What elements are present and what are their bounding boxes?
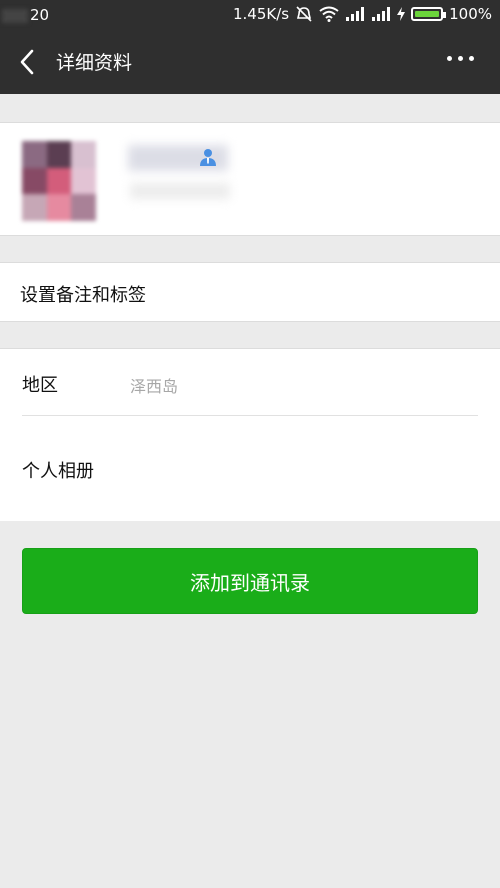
region-value: 泽西岛 (130, 377, 179, 396)
status-icons: 1.45K/s 100% (233, 5, 492, 23)
signal-icon (346, 7, 365, 21)
region-label: 地区 (22, 375, 58, 396)
divider (22, 415, 478, 416)
time-text: 20 (30, 6, 50, 24)
info-card: 地区 泽西岛 个人相册 (0, 348, 500, 521)
profile-card[interactable] (0, 122, 500, 236)
wifi-icon (319, 6, 339, 22)
add-to-contacts-button[interactable]: 添加到通讯录 (22, 548, 478, 614)
remark-and-tags-row[interactable]: 设置备注和标签 (0, 262, 500, 322)
contact-person-icon (200, 149, 216, 166)
battery-percent: 100% (449, 5, 492, 23)
charging-icon (397, 7, 406, 21)
battery-icon (411, 7, 447, 21)
status-bar: 20 1.45K/s 100% (0, 0, 500, 30)
personal-album-row[interactable]: 个人相册 (22, 457, 94, 483)
network-speed: 1.45K/s (233, 5, 290, 23)
page-title: 详细资料 (56, 52, 133, 74)
muted-alarm-icon (296, 6, 312, 22)
top-nav: 详细资料 (0, 30, 500, 94)
blurred-subtitle (130, 183, 230, 199)
remark-label: 设置备注和标签 (20, 285, 146, 306)
status-time: 20 (2, 6, 49, 24)
more-options-icon[interactable] (447, 56, 474, 61)
signal-icon-2 (372, 7, 391, 21)
avatar[interactable] (22, 141, 96, 221)
blurred-time-prefix (2, 8, 28, 23)
back-icon[interactable] (16, 48, 40, 76)
